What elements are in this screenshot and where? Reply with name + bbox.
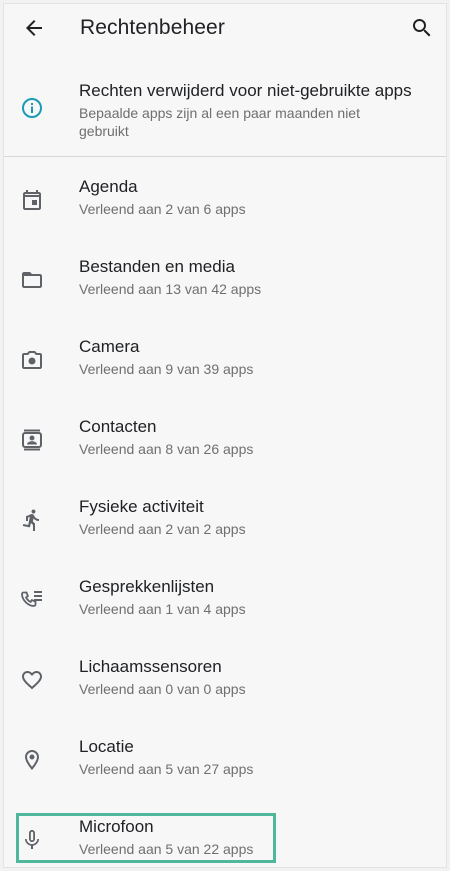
permission-label: Gesprekkenlijsten (79, 577, 215, 596)
permission-item-location[interactable]: Locatie Verleend aan 5 van 27 apps (4, 732, 446, 812)
info-icon (20, 96, 44, 120)
banner-title: Rechten verwijderd voor niet-gebruikte a… (79, 81, 412, 100)
running-person-icon (20, 508, 44, 532)
heart-icon (20, 668, 44, 692)
permission-summary: Verleend aan 2 van 2 apps (79, 521, 246, 537)
permission-item-microphone[interactable]: Microfoon Verleend aan 5 van 22 apps (4, 812, 446, 867)
permission-item-files-media[interactable]: Bestanden en media Verleend aan 13 van 4… (4, 252, 446, 332)
permission-summary: Verleend aan 5 van 27 apps (79, 761, 254, 777)
permission-summary: Verleend aan 8 van 26 apps (79, 441, 254, 457)
permission-item-physical-activity[interactable]: Fysieke activiteit Verleend aan 2 van 2 … (4, 492, 446, 572)
permission-label: Locatie (79, 737, 134, 756)
calendar-icon (20, 188, 44, 212)
permission-item-call-logs[interactable]: Gesprekkenlijsten Verleend aan 1 van 4 a… (4, 572, 446, 652)
permission-summary: Verleend aan 1 van 4 apps (79, 601, 246, 617)
unused-apps-banner[interactable]: Rechten verwijderd voor niet-gebruikte a… (4, 78, 446, 158)
call-log-icon (20, 588, 44, 612)
permission-summary: Verleend aan 5 van 22 apps (79, 841, 254, 857)
permission-summary: Verleend aan 13 van 42 apps (79, 281, 262, 297)
permission-item-body-sensors[interactable]: Lichaamssensoren Verleend aan 0 van 0 ap… (4, 652, 446, 732)
permission-item-camera[interactable]: Camera Verleend aan 9 van 39 apps (4, 332, 446, 412)
banner-subtitle: Bepaalde apps zijn al een paar maanden n… (79, 105, 360, 139)
page-title: Rechtenbeheer (80, 16, 225, 39)
back-button[interactable] (18, 12, 50, 44)
microphone-icon (20, 828, 44, 852)
permission-label: Microfoon (79, 817, 154, 836)
permission-list: Agenda Verleend aan 2 van 6 apps Bestand… (4, 172, 446, 867)
arrow-left-icon (26, 20, 42, 36)
permission-manager-screen: Rechtenbeheer Rechten verwijderd voor ni… (3, 3, 447, 868)
permission-summary: Verleend aan 2 van 6 apps (79, 201, 246, 217)
permission-summary: Verleend aan 9 van 39 apps (79, 361, 254, 377)
search-icon (413, 19, 431, 37)
permission-label: Lichaamssensoren (79, 657, 222, 676)
divider (4, 156, 446, 157)
permission-label: Camera (79, 337, 140, 356)
permission-label: Contacten (79, 417, 157, 436)
location-pin-icon (20, 748, 44, 772)
permission-label: Bestanden en media (79, 257, 235, 276)
permission-label: Fysieke activiteit (79, 497, 204, 516)
permission-label: Agenda (79, 177, 138, 196)
folder-icon (20, 268, 44, 292)
search-button[interactable] (406, 12, 438, 44)
app-bar: Rechtenbeheer (4, 4, 446, 54)
permission-item-contacts[interactable]: Contacten Verleend aan 8 van 26 apps (4, 412, 446, 492)
permission-summary: Verleend aan 0 van 0 apps (79, 681, 246, 697)
permission-item-agenda[interactable]: Agenda Verleend aan 2 van 6 apps (4, 172, 446, 252)
contacts-icon (20, 428, 44, 452)
camera-icon (20, 348, 44, 372)
